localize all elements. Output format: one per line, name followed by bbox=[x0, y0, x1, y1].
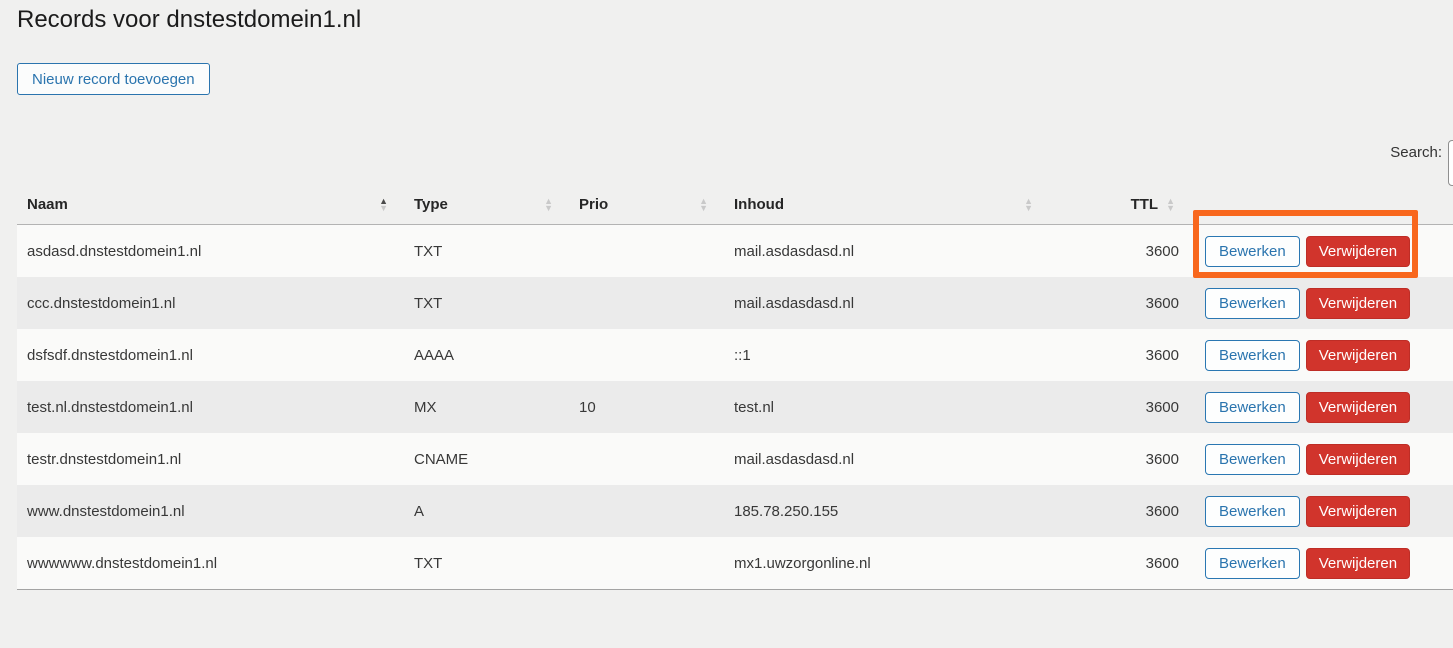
delete-button[interactable]: Verwijderen bbox=[1306, 340, 1410, 371]
record-name-cell: wwwwww.dnstestdomein1.nl bbox=[17, 555, 404, 572]
table-row: dsfsdf.dnstestdomein1.nl AAAA ::1 3600 B… bbox=[17, 329, 1453, 381]
table-row: asdasd.dnstestdomein1.nl TXT mail.asdasd… bbox=[17, 225, 1453, 277]
record-ttl-cell: 3600 bbox=[1049, 555, 1179, 572]
column-header-label: Prio bbox=[579, 196, 608, 213]
dns-records-table: Naam ▲▼ Type ▲▼ Prio ▲▼ Inhoud ▲▼ TTL ▲▼… bbox=[17, 185, 1453, 590]
record-name-cell: ccc.dnstestdomein1.nl bbox=[17, 295, 404, 312]
page-title: Records voor dnstestdomein1.nl bbox=[17, 6, 361, 34]
table-body: asdasd.dnstestdomein1.nl TXT mail.asdasd… bbox=[17, 225, 1453, 589]
record-actions-cell: Bewerken Verwijderen bbox=[1179, 548, 1453, 579]
record-actions-cell: Bewerken Verwijderen bbox=[1179, 340, 1453, 371]
record-prio-cell: 10 bbox=[569, 399, 724, 416]
sort-desc-icon: ▼ bbox=[699, 205, 708, 212]
sort-desc-icon: ▼ bbox=[1024, 205, 1033, 212]
record-content-cell: mx1.uwzorgonline.nl bbox=[724, 555, 1049, 572]
record-type-cell: TXT bbox=[404, 555, 569, 572]
record-ttl-cell: 3600 bbox=[1049, 451, 1179, 468]
delete-button[interactable]: Verwijderen bbox=[1306, 548, 1410, 579]
record-ttl-cell: 3600 bbox=[1049, 503, 1179, 520]
edit-button[interactable]: Bewerken bbox=[1205, 392, 1300, 423]
table-header-row: Naam ▲▼ Type ▲▼ Prio ▲▼ Inhoud ▲▼ TTL ▲▼ bbox=[17, 185, 1453, 225]
delete-button[interactable]: Verwijderen bbox=[1306, 496, 1410, 527]
sort-icons[interactable]: ▲▼ bbox=[699, 198, 708, 212]
edit-button[interactable]: Bewerken bbox=[1205, 444, 1300, 475]
search-input[interactable] bbox=[1448, 140, 1453, 186]
record-type-cell: CNAME bbox=[404, 451, 569, 468]
record-name-cell: asdasd.dnstestdomein1.nl bbox=[17, 243, 404, 260]
record-name-cell: testr.dnstestdomein1.nl bbox=[17, 451, 404, 468]
record-content-cell: 185.78.250.155 bbox=[724, 503, 1049, 520]
column-header-prio[interactable]: Prio ▲▼ bbox=[569, 196, 724, 213]
record-type-cell: AAAA bbox=[404, 347, 569, 364]
table-row: testr.dnstestdomein1.nl CNAME mail.asdas… bbox=[17, 433, 1453, 485]
table-row: www.dnstestdomein1.nl A 185.78.250.155 3… bbox=[17, 485, 1453, 537]
edit-button[interactable]: Bewerken bbox=[1205, 340, 1300, 371]
sort-desc-icon: ▼ bbox=[1166, 205, 1175, 212]
sort-icons[interactable]: ▲▼ bbox=[544, 198, 553, 212]
table-row: test.nl.dnstestdomein1.nl MX 10 test.nl … bbox=[17, 381, 1453, 433]
delete-button[interactable]: Verwijderen bbox=[1306, 392, 1410, 423]
record-actions-cell: Bewerken Verwijderen bbox=[1179, 392, 1453, 423]
record-type-cell: MX bbox=[404, 399, 569, 416]
table-row: wwwwww.dnstestdomein1.nl TXT mx1.uwzorgo… bbox=[17, 537, 1453, 589]
sort-desc-icon: ▼ bbox=[379, 205, 388, 212]
edit-button[interactable]: Bewerken bbox=[1205, 236, 1300, 267]
add-record-button[interactable]: Nieuw record toevoegen bbox=[17, 63, 210, 95]
sort-icons[interactable]: ▲▼ bbox=[1166, 198, 1175, 212]
edit-button[interactable]: Bewerken bbox=[1205, 288, 1300, 319]
delete-button[interactable]: Verwijderen bbox=[1306, 288, 1410, 319]
sort-icons[interactable]: ▲▼ bbox=[1024, 198, 1033, 212]
edit-button[interactable]: Bewerken bbox=[1205, 548, 1300, 579]
sort-desc-icon: ▼ bbox=[544, 205, 553, 212]
record-name-cell: dsfsdf.dnstestdomein1.nl bbox=[17, 347, 404, 364]
column-header-naam[interactable]: Naam ▲▼ bbox=[17, 196, 404, 213]
record-actions-cell: Bewerken Verwijderen bbox=[1179, 444, 1453, 475]
record-content-cell: mail.asdasdasd.nl bbox=[724, 451, 1049, 468]
record-type-cell: TXT bbox=[404, 295, 569, 312]
table-row: ccc.dnstestdomein1.nl TXT mail.asdasdasd… bbox=[17, 277, 1453, 329]
record-ttl-cell: 3600 bbox=[1049, 347, 1179, 364]
record-ttl-cell: 3600 bbox=[1049, 295, 1179, 312]
record-content-cell: ::1 bbox=[724, 347, 1049, 364]
record-type-cell: A bbox=[404, 503, 569, 520]
record-actions-cell: Bewerken Verwijderen bbox=[1179, 288, 1453, 319]
record-actions-cell: Bewerken Verwijderen bbox=[1179, 236, 1453, 267]
record-content-cell: mail.asdasdasd.nl bbox=[724, 295, 1049, 312]
record-name-cell: www.dnstestdomein1.nl bbox=[17, 503, 404, 520]
column-header-ttl[interactable]: TTL ▲▼ bbox=[1049, 196, 1179, 213]
record-ttl-cell: 3600 bbox=[1049, 399, 1179, 416]
record-content-cell: test.nl bbox=[724, 399, 1049, 416]
record-actions-cell: Bewerken Verwijderen bbox=[1179, 496, 1453, 527]
column-header-label: TTL bbox=[1131, 196, 1159, 213]
search-label: Search: bbox=[1338, 144, 1442, 161]
record-type-cell: TXT bbox=[404, 243, 569, 260]
delete-button[interactable]: Verwijderen bbox=[1306, 444, 1410, 475]
column-header-label: Naam bbox=[27, 196, 68, 213]
record-content-cell: mail.asdasdasd.nl bbox=[724, 243, 1049, 260]
column-header-label: Type bbox=[414, 196, 448, 213]
sort-icons[interactable]: ▲▼ bbox=[379, 198, 388, 212]
column-header-type[interactable]: Type ▲▼ bbox=[404, 196, 569, 213]
column-header-inhoud[interactable]: Inhoud ▲▼ bbox=[724, 196, 1049, 213]
record-name-cell: test.nl.dnstestdomein1.nl bbox=[17, 399, 404, 416]
record-ttl-cell: 3600 bbox=[1049, 243, 1179, 260]
column-header-label: Inhoud bbox=[734, 196, 784, 213]
delete-button[interactable]: Verwijderen bbox=[1306, 236, 1410, 267]
edit-button[interactable]: Bewerken bbox=[1205, 496, 1300, 527]
